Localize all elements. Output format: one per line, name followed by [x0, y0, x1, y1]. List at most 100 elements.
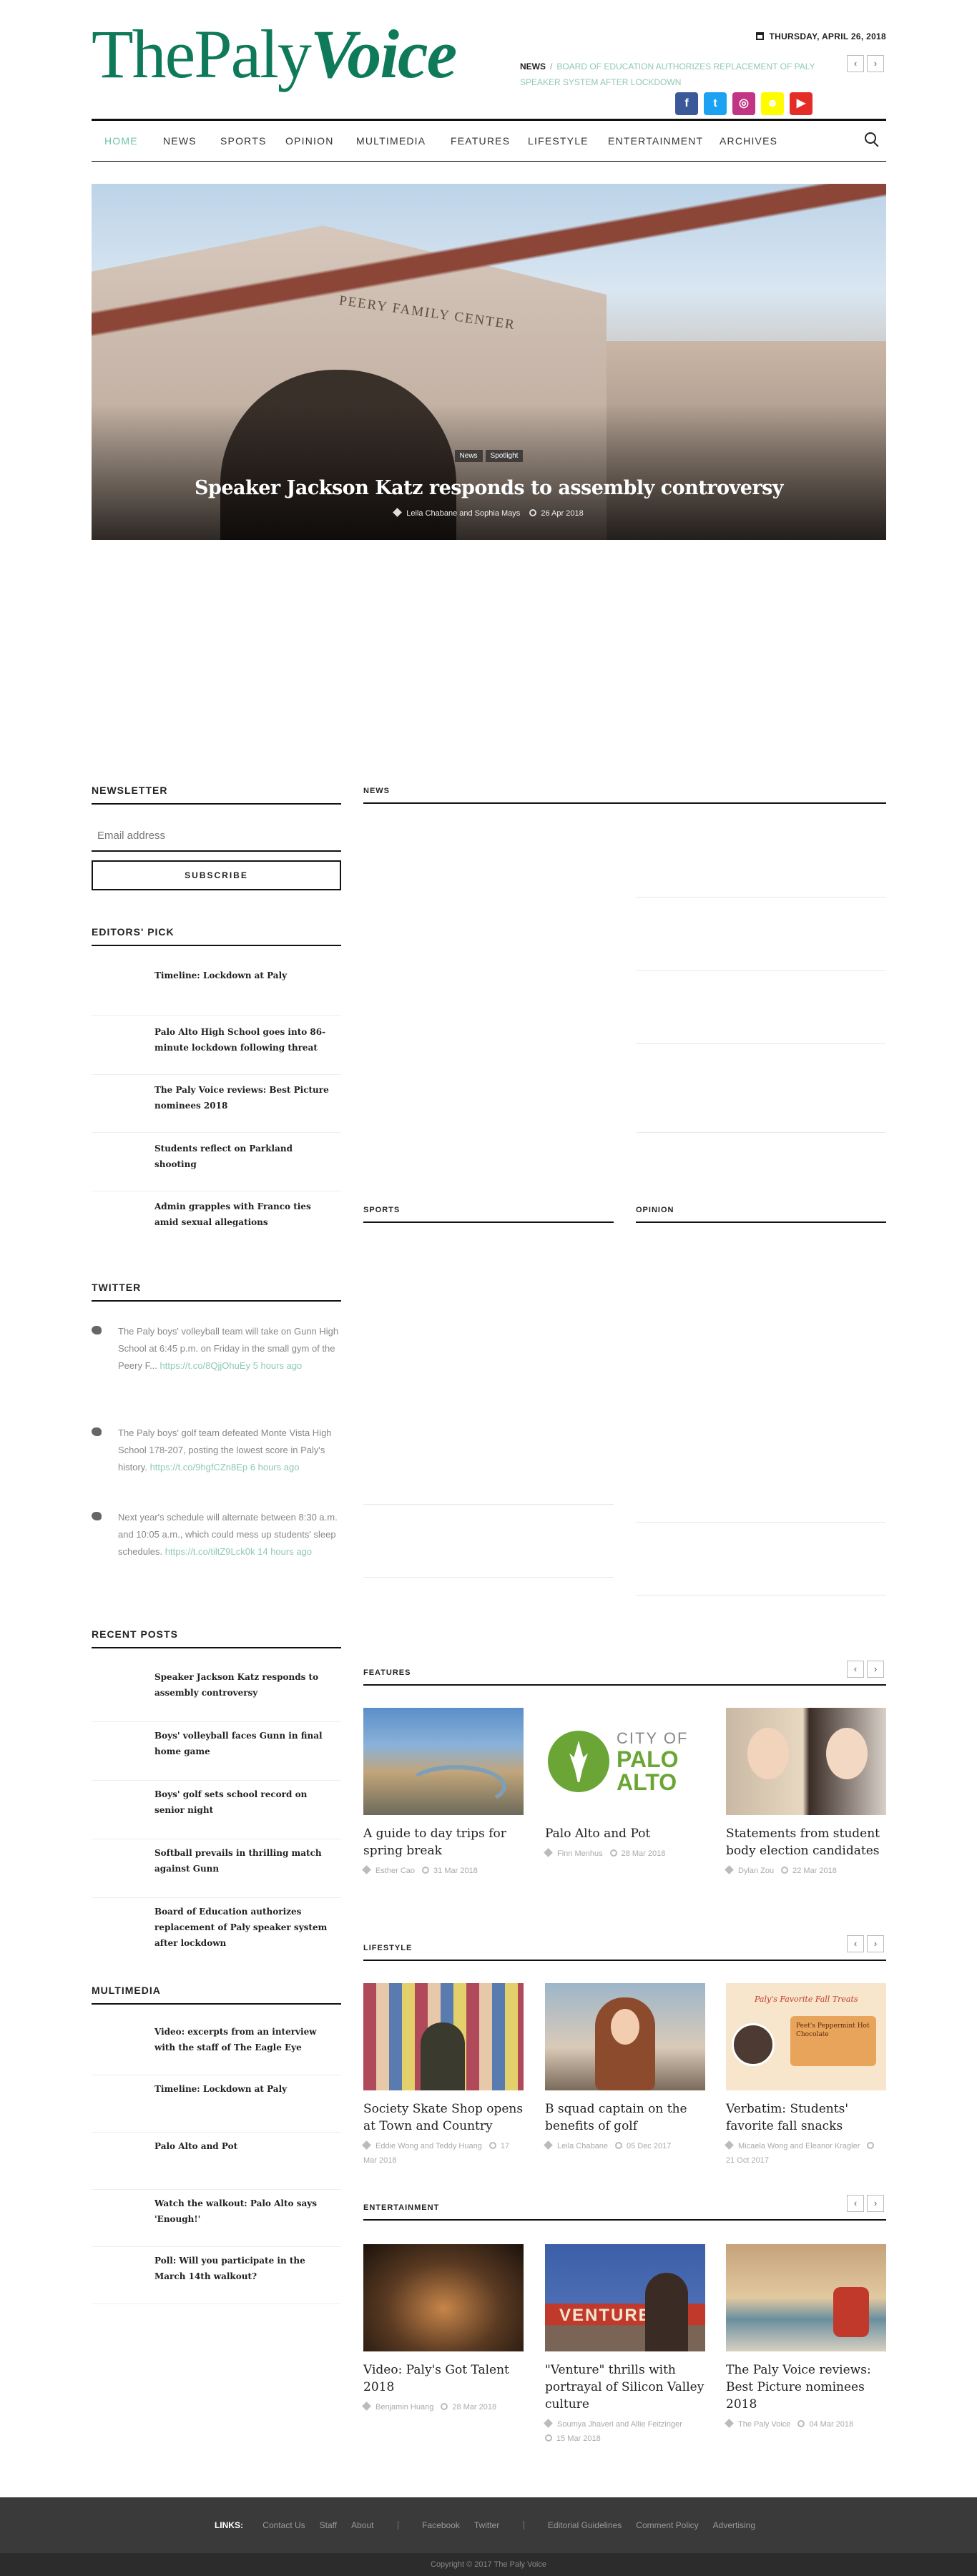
list-item[interactable]: Palo Alto High School goes into 86-minut…	[92, 1021, 341, 1075]
lifestyle-next-button[interactable]: ›	[867, 1935, 884, 1952]
facebook-icon[interactable]: f	[675, 92, 698, 115]
lifestyle-author[interactable]: Eddie Wong and Teddy Huang	[375, 2142, 482, 2150]
lifestyle-image[interactable]	[363, 1983, 524, 2090]
twitter-icon[interactable]: t	[704, 92, 727, 115]
recent-post-title[interactable]: Speaker Jackson Katz responds to assembl…	[154, 1669, 333, 1701]
editors-pick-title[interactable]: Palo Alto High School goes into 86-minut…	[154, 1024, 333, 1056]
feature-author[interactable]: Esther Cao	[375, 1867, 415, 1875]
list-item[interactable]: The Paly Voice reviews: Best Picture nom…	[92, 1079, 341, 1133]
subscribe-button[interactable]: SUBSCRIBE	[92, 860, 341, 890]
entertainment-author[interactable]: Benjamin Huang	[375, 2403, 433, 2412]
list-item[interactable]: Palo Alto and Pot	[92, 2135, 341, 2190]
feature-image[interactable]	[726, 1708, 886, 1815]
entertainment-title[interactable]: "Venture" thrills with portrayal of Sili…	[545, 2361, 705, 2413]
footer-link-staff[interactable]: Staff	[320, 2520, 337, 2530]
list-item[interactable]: Watch the walkout: Palo Alto says 'Enoug…	[92, 2193, 341, 2247]
lifestyle-card[interactable]: B squad captain on the benefits of golf …	[544, 1983, 705, 2153]
footer-link-contact[interactable]: Contact Us	[262, 2520, 305, 2530]
feature-author[interactable]: Finn Menhus	[557, 1849, 603, 1858]
entertainment-prev-button[interactable]: ‹	[847, 2195, 864, 2212]
lifestyle-title[interactable]: Verbatim: Students' favorite fall snacks	[726, 2100, 886, 2135]
features-prev-button[interactable]: ‹	[847, 1661, 864, 1678]
entertainment-title[interactable]: The Paly Voice reviews: Best Picture nom…	[726, 2361, 886, 2413]
list-item[interactable]: Poll: Will you participate in the March …	[92, 2250, 341, 2304]
feature-card[interactable]: CITY OF PALO ALTO Palo Alto and Pot Finn…	[544, 1708, 705, 1861]
entertainment-author[interactable]: Soumya Jhaveri and Allie Feitzinger	[557, 2420, 682, 2429]
footer-link-comment-policy[interactable]: Comment Policy	[636, 2520, 698, 2530]
feature-image[interactable]: CITY OF PALO ALTO	[545, 1708, 705, 1815]
entertainment-card[interactable]: VENTURE "Venture" thrills with portrayal…	[544, 2244, 705, 2446]
editors-pick-title[interactable]: Admin grapples with Franco ties amid sex…	[154, 1199, 333, 1230]
search-icon[interactable]	[865, 132, 876, 144]
recent-post-title[interactable]: Board of Education authorizes replacemen…	[154, 1904, 333, 1951]
entertainment-next-button[interactable]: ›	[867, 2195, 884, 2212]
features-next-button[interactable]: ›	[867, 1661, 884, 1678]
hero-title[interactable]: Speaker Jackson Katz responds to assembl…	[92, 477, 886, 499]
entertainment-card[interactable]: Video: Paly's Got Talent 2018 Benjamin H…	[362, 2244, 524, 2414]
list-item[interactable]: Students reflect on Parkland shooting	[92, 1138, 341, 1191]
feature-image[interactable]	[363, 1708, 524, 1815]
hero-author-2[interactable]: Sophia Mays	[475, 509, 521, 518]
hero-tag-news[interactable]: News	[454, 450, 483, 462]
hero-featured-post[interactable]: PEERY FAMILY CENTER News Spotlight Speake…	[92, 184, 886, 540]
footer-link-advertising[interactable]: Advertising	[713, 2520, 755, 2530]
feature-author[interactable]: Dylan Zou	[738, 1867, 774, 1875]
nav-archives[interactable]: ARCHIVES	[720, 135, 777, 147]
list-item[interactable]: Speaker Jackson Katz responds to assembl…	[92, 1666, 341, 1722]
ticker-next-button[interactable]: ›	[867, 55, 884, 72]
nav-sports[interactable]: SPORTS	[220, 135, 267, 147]
tweet-time[interactable]: 14 hours ago	[257, 1546, 312, 1557]
list-item[interactable]: Board of Education authorizes replacemen…	[92, 1901, 341, 1957]
hero-author-1[interactable]: Leila Chabane	[406, 509, 457, 518]
recent-post-title[interactable]: Boys' volleyball faces Gunn in final hom…	[154, 1728, 333, 1759]
entertainment-image[interactable]: VENTURE	[545, 2244, 705, 2351]
hero-tag-spotlight[interactable]: Spotlight	[485, 450, 524, 462]
editors-pick-title[interactable]: The Paly Voice reviews: Best Picture nom…	[154, 1082, 333, 1114]
list-item[interactable]: Admin grapples with Franco ties amid sex…	[92, 1196, 341, 1249]
list-item[interactable]: Boys' golf sets school record on senior …	[92, 1784, 341, 1839]
lifestyle-title[interactable]: Society Skate Shop opens at Town and Cou…	[363, 2100, 524, 2135]
footer-link-guidelines[interactable]: Editorial Guidelines	[548, 2520, 622, 2530]
multimedia-title[interactable]: Poll: Will you participate in the March …	[154, 2253, 333, 2284]
nav-news[interactable]: NEWS	[163, 135, 197, 147]
feature-title[interactable]: A guide to day trips for spring break	[363, 1825, 524, 1859]
email-field[interactable]: Email address	[92, 821, 341, 852]
nav-opinion[interactable]: OPINION	[285, 135, 334, 147]
feature-card[interactable]: Statements from student body election ca…	[725, 1708, 886, 1878]
feature-title[interactable]: Statements from student body election ca…	[726, 1825, 886, 1859]
list-item[interactable]: Timeline: Lockdown at Paly	[92, 2078, 341, 2133]
tweet-time[interactable]: 6 hours ago	[250, 1462, 300, 1473]
editors-pick-title[interactable]: Timeline: Lockdown at Paly	[154, 968, 333, 983]
lifestyle-author[interactable]: Leila Chabane	[557, 2142, 608, 2150]
entertainment-image[interactable]	[726, 2244, 886, 2351]
editors-pick-title[interactable]: Students reflect on Parkland shooting	[154, 1141, 333, 1172]
multimedia-title[interactable]: Palo Alto and Pot	[154, 2138, 333, 2154]
list-item[interactable]: Video: excerpts from an interview with t…	[92, 2021, 341, 2075]
lifestyle-image[interactable]: Paly's Favorite Fall Treats Peet's Peppe…	[726, 1983, 886, 2090]
list-item[interactable]: Timeline: Lockdown at Paly	[92, 962, 341, 1016]
nav-features[interactable]: FEATURES	[451, 135, 510, 147]
tweet-link[interactable]: https://t.co/9hgfCZn8Ep	[150, 1462, 248, 1473]
tweet-link[interactable]: https://t.co/tiltZ9Lck0k	[165, 1546, 255, 1557]
entertainment-author[interactable]: The Paly Voice	[738, 2420, 790, 2429]
tweet-link[interactable]: https://t.co/8QjjOhuEy	[160, 1360, 250, 1371]
lifestyle-title[interactable]: B squad captain on the benefits of golf	[545, 2100, 705, 2135]
snapchat-icon[interactable]: ☻	[761, 92, 784, 115]
tweet-time[interactable]: 5 hours ago	[253, 1360, 303, 1371]
entertainment-card[interactable]: The Paly Voice reviews: Best Picture nom…	[725, 2244, 886, 2432]
recent-post-title[interactable]: Boys' golf sets school record on senior …	[154, 1786, 333, 1818]
footer-link-facebook[interactable]: Facebook	[422, 2520, 460, 2530]
lifestyle-card[interactable]: Paly's Favorite Fall Treats Peet's Peppe…	[725, 1983, 886, 2168]
list-item[interactable]: Boys' volleyball faces Gunn in final hom…	[92, 1725, 341, 1781]
lifestyle-author[interactable]: Micaela Wong and Eleanor Kragler	[738, 2142, 860, 2150]
nav-home[interactable]: HOME	[104, 135, 138, 147]
ticker-headline[interactable]: BOARD OF EDUCATION AUTHORIZES REPLACEMEN…	[520, 62, 815, 87]
nav-multimedia[interactable]: MULTIMEDIA	[356, 135, 426, 147]
nav-entertainment[interactable]: ENTERTAINMENT	[608, 135, 703, 147]
list-item[interactable]: Softball prevails in thrilling match aga…	[92, 1842, 341, 1898]
footer-link-about[interactable]: About	[351, 2520, 373, 2530]
feature-card[interactable]: A guide to day trips for spring break Es…	[362, 1708, 524, 1878]
multimedia-title[interactable]: Video: excerpts from an interview with t…	[154, 2024, 333, 2055]
multimedia-title[interactable]: Watch the walkout: Palo Alto says 'Enoug…	[154, 2196, 333, 2227]
lifestyle-prev-button[interactable]: ‹	[847, 1935, 864, 1952]
